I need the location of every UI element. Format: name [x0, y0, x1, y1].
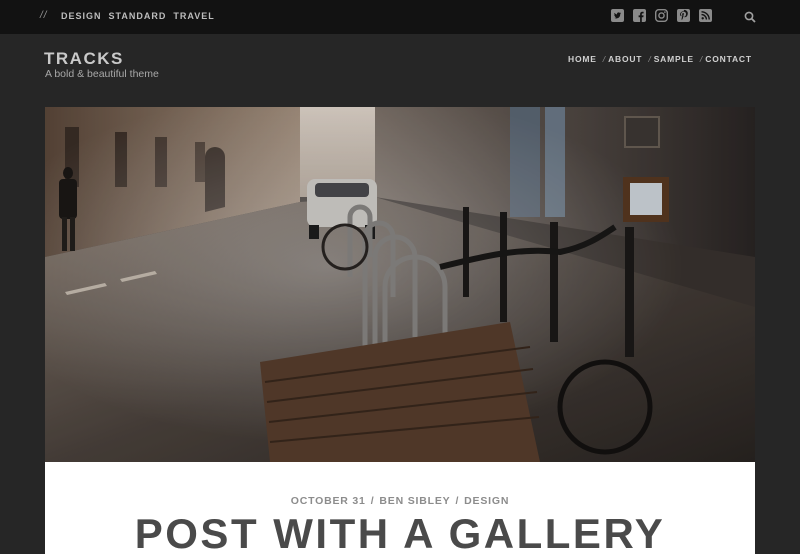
rss-icon[interactable] — [699, 9, 712, 22]
site-tagline: A bold & beautiful theme — [45, 68, 159, 80]
nav-link-contact[interactable]: CONTACT — [705, 54, 752, 64]
category-link-design[interactable]: DESIGN — [61, 11, 102, 21]
post-title[interactable]: POST WITH A GALLERY — [45, 510, 755, 554]
category-link-standard[interactable]: STANDARD — [109, 11, 167, 21]
nav-separator: / — [699, 54, 703, 64]
category-link-travel[interactable]: TRAVEL — [173, 11, 214, 21]
pinterest-icon[interactable] — [677, 9, 690, 22]
meta-separator: / — [455, 495, 460, 507]
twitter-icon[interactable] — [611, 9, 624, 22]
post-category-link[interactable]: DESIGN — [464, 495, 509, 507]
main-navigation: HOME / ABOUT / SAMPLE / CONTACT — [568, 54, 752, 64]
nav-link-sample[interactable]: SAMPLE — [654, 54, 694, 64]
site-title[interactable]: TRACKS — [44, 49, 124, 69]
nav-separator: / — [602, 54, 606, 64]
instagram-icon[interactable] — [655, 9, 668, 22]
post-meta: OCTOBER 31 / BEN SIBLEY / DESIGN — [45, 495, 755, 507]
post-card: OCTOBER 31 / BEN SIBLEY / DESIGN POST WITH A… — [45, 462, 755, 554]
meta-separator: / — [370, 495, 375, 507]
street-bicycles-photo — [45, 107, 755, 462]
top-bar-decoration: // — [40, 10, 48, 21]
category-menu: DESIGN STANDARD TRAVEL — [61, 11, 215, 21]
nav-link-about[interactable]: ABOUT — [608, 54, 642, 64]
nav-link-home[interactable]: HOME — [568, 54, 597, 64]
top-bar: // DESIGN STANDARD TRAVEL — [0, 0, 800, 34]
facebook-icon[interactable] — [633, 9, 646, 22]
social-icons — [611, 9, 712, 22]
post-date-link[interactable]: OCTOBER 31 — [291, 495, 366, 507]
featured-image[interactable] — [45, 107, 755, 462]
search-icon[interactable] — [744, 11, 756, 23]
nav-separator: / — [648, 54, 651, 64]
post-author-link[interactable]: BEN SIBLEY — [379, 495, 450, 507]
